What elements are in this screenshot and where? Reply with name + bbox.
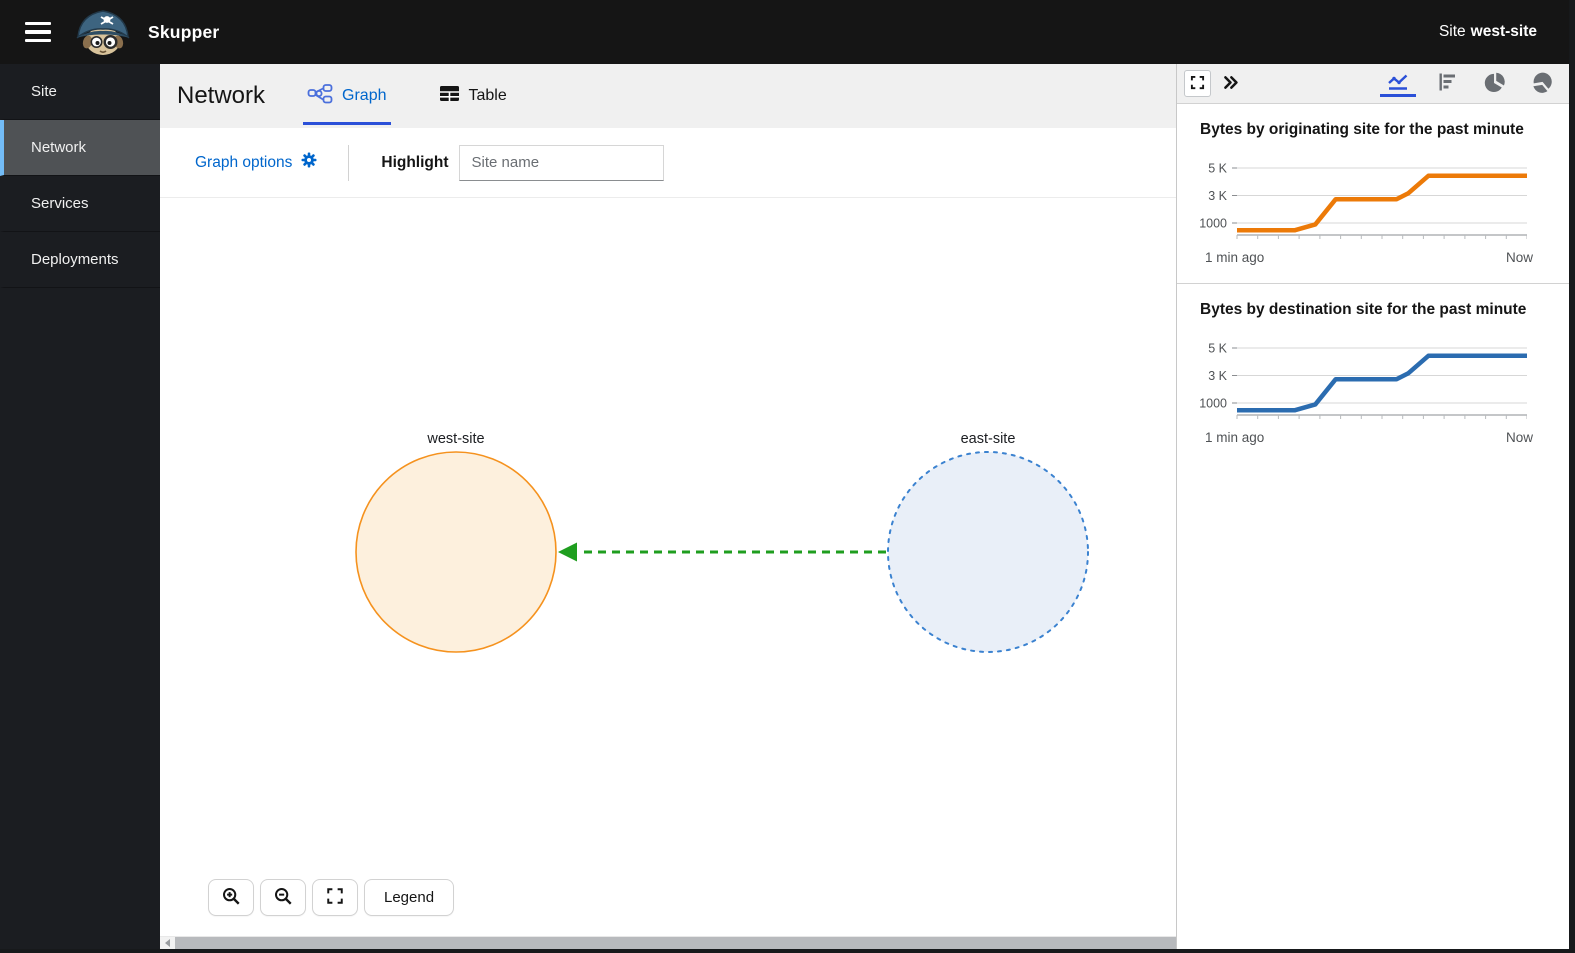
app-window: Skupper Site west-site Site Network Servi… [0, 0, 1575, 953]
site-name: west-site [1471, 23, 1537, 40]
originating-bytes-line-chart: 5 K 3 K 1000 [1177, 157, 1527, 243]
graph-options-label: Graph options [195, 154, 292, 172]
sidebar-item-site[interactable]: Site [0, 64, 160, 120]
line-chart-icon [1386, 72, 1410, 95]
expand-icon [326, 887, 344, 909]
svg-text:5 K: 5 K [1208, 162, 1227, 176]
sidebar-item-deployments[interactable]: Deployments [0, 232, 160, 288]
graph-node-label-east-site: east-site [961, 431, 1016, 447]
zoom-out-icon [273, 886, 293, 910]
svg-text:3 K: 3 K [1208, 189, 1227, 203]
svg-text:1000: 1000 [1199, 217, 1227, 231]
app-title: Skupper [148, 22, 219, 43]
x-label-end: Now [1506, 250, 1533, 265]
topology-graph: west-site east-site [160, 198, 1176, 936]
site-indicator: Site west-site [1439, 23, 1537, 41]
scroll-left-arrow-icon[interactable] [160, 937, 175, 949]
graph-controls: Legend [208, 879, 454, 916]
x-label-start: 1 min ago [1205, 250, 1264, 265]
pie-chart-alt-tab[interactable] [1532, 64, 1553, 103]
site-label: Site [1439, 23, 1466, 40]
charts-panel: Bytes by originating site for the past m… [1176, 64, 1569, 949]
graph-node-label-west-site: west-site [426, 431, 484, 447]
sidebar: Site Network Services Deployments [0, 64, 160, 949]
graph-toolbar: Graph options [160, 128, 1176, 198]
chart-x-axis-labels: 1 min ago Now [1205, 250, 1533, 265]
tab-graph-label: Graph [342, 87, 386, 105]
collapse-panel-button[interactable] [1217, 71, 1243, 97]
section-header: Network Gr [160, 64, 1176, 128]
svg-text:1000: 1000 [1199, 397, 1227, 411]
pie-chart-icon [1484, 72, 1505, 96]
topology-icon [307, 82, 333, 111]
bar-chart-icon [1437, 72, 1457, 95]
legend-button[interactable]: Legend [364, 879, 454, 916]
chart-title: Bytes by destination site for the past m… [1200, 301, 1569, 319]
chart-type-tabs [1386, 64, 1553, 103]
destination-bytes-line-chart: 5 K 3 K 1000 [1177, 337, 1527, 423]
sidebar-item-network[interactable]: Network [0, 120, 160, 176]
page-title: Network [177, 82, 265, 110]
x-label-start: 1 min ago [1205, 430, 1264, 445]
svg-text:3 K: 3 K [1208, 369, 1227, 383]
view-tabs: Graph Table [303, 64, 555, 128]
graph-node-west-site[interactable] [356, 452, 556, 652]
zoom-in-icon [221, 886, 241, 910]
hamburger-icon[interactable] [14, 8, 62, 56]
scrollbar-thumb[interactable] [175, 937, 1176, 949]
gear-icon [300, 151, 318, 174]
chart-x-axis-labels: 1 min ago Now [1205, 430, 1533, 445]
tab-table-label: Table [469, 87, 507, 105]
main-content: Network Gr [160, 64, 1176, 949]
toolbar-divider [348, 145, 349, 181]
expand-icon [1190, 75, 1205, 93]
graph-canvas[interactable]: west-site east-site [160, 198, 1176, 936]
highlight-label: Highlight [381, 154, 448, 172]
edge-arrowhead-icon [558, 543, 577, 562]
line-chart-tab[interactable] [1386, 64, 1410, 103]
graph-options-link[interactable]: Graph options [195, 151, 318, 174]
chart-card-destination: Bytes by destination site for the past m… [1177, 283, 1569, 463]
expand-panel-button[interactable] [1184, 70, 1211, 97]
fit-view-button[interactable] [312, 879, 358, 916]
tab-graph[interactable]: Graph [303, 64, 390, 128]
collapse-panel-icon [1222, 74, 1239, 94]
site-name-input[interactable] [459, 145, 664, 181]
chart-title: Bytes by originating site for the past m… [1200, 121, 1569, 139]
skupper-logo [74, 7, 132, 57]
chart-card-originating: Bytes by originating site for the past m… [1177, 104, 1569, 283]
charts-panel-header [1177, 64, 1569, 104]
graph-node-east-site[interactable] [888, 452, 1088, 652]
zoom-in-button[interactable] [208, 879, 254, 916]
pie-chart-tab[interactable] [1484, 64, 1505, 103]
horizontal-scrollbar [160, 936, 1176, 949]
table-icon [439, 84, 460, 108]
bar-chart-tab[interactable] [1437, 64, 1457, 103]
x-label-end: Now [1506, 430, 1533, 445]
svg-text:5 K: 5 K [1208, 342, 1227, 356]
tab-table[interactable]: Table [435, 64, 511, 128]
pie-chart-alt-icon [1532, 72, 1553, 96]
sidebar-item-services[interactable]: Services [0, 176, 160, 232]
zoom-out-button[interactable] [260, 879, 306, 916]
masthead: Skupper Site west-site [0, 0, 1569, 64]
